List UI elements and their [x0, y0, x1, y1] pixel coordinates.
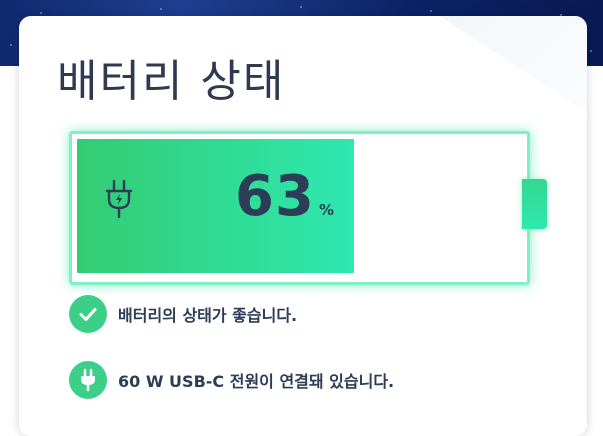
battery-status-card: 배터리 상태 63% 배터리의 상태가 좋습니다. 60 W USB-C 전원이… — [19, 16, 587, 436]
status-health-text: 배터리의 상태가 좋습니다. — [118, 306, 298, 325]
page-title: 배터리 상태 — [57, 56, 286, 107]
status-power: 60 W USB-C 전원이 연결돼 있습니다. — [69, 360, 394, 400]
battery-percent-value: 63 — [235, 164, 315, 229]
plug-icon — [69, 361, 107, 399]
plug-icon — [105, 179, 133, 219]
battery-percentage: 63% — [235, 161, 334, 233]
battery-percent-symbol: % — [318, 201, 334, 219]
status-health: 배터리의 상태가 좋습니다. — [69, 294, 297, 334]
status-power-text: 60 W USB-C 전원이 연결돼 있습니다. — [118, 372, 395, 391]
battery-gauge: 63% — [69, 131, 530, 285]
battery-level-fill: 63% — [77, 139, 354, 273]
check-icon — [69, 295, 107, 333]
battery-terminal — [522, 179, 547, 229]
